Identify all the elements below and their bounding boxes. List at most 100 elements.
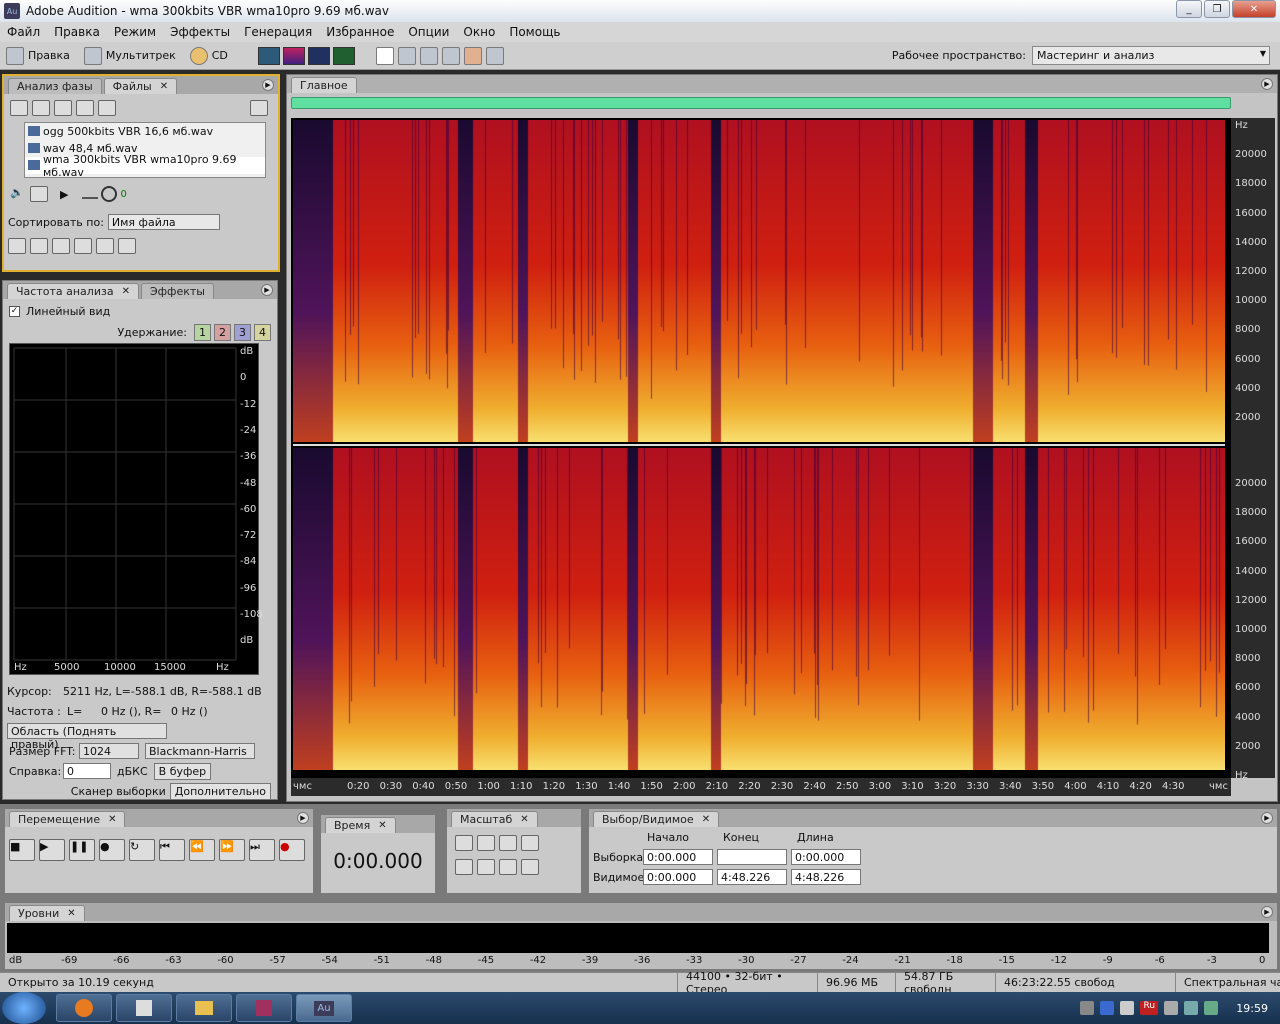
close-tab-icon[interactable]: ✕ xyxy=(702,814,710,825)
filter-video-icon[interactable] xyxy=(52,238,70,254)
insert-multitrack-icon[interactable] xyxy=(54,100,72,116)
menu-favorites[interactable]: Избранное xyxy=(319,25,401,39)
selection-end-input[interactable] xyxy=(717,849,787,865)
play-preview-icon[interactable]: ▶ xyxy=(60,188,68,201)
pause-button[interactable]: ❚❚ xyxy=(69,839,95,861)
selection-start-input[interactable]: 0:00.000 xyxy=(643,849,713,865)
tray-monitor-icon[interactable] xyxy=(1164,1001,1178,1015)
close-tab-icon[interactable]: ✕ xyxy=(378,820,386,831)
taskbar-firefox[interactable] xyxy=(56,994,112,1022)
filter-loop-icon[interactable] xyxy=(30,238,48,254)
scan-selection-button[interactable]: Сканер выборки xyxy=(67,784,170,799)
zoom-right-edge-icon[interactable] xyxy=(477,859,495,875)
advanced-button[interactable]: Дополнительно xyxy=(170,783,271,800)
filter-cd-icon[interactable] xyxy=(118,238,136,254)
panel-menu-icon[interactable]: ▶ xyxy=(262,79,274,91)
menu-edit[interactable]: Правка xyxy=(47,25,107,39)
volume-knob[interactable] xyxy=(101,186,117,202)
play-button[interactable]: ▶ xyxy=(39,839,65,861)
window-function-select[interactable]: Blackmann-Harris xyxy=(145,743,255,759)
tab-selection-view[interactable]: Выбор/Видимое ✕ xyxy=(593,811,719,827)
taskbar-winrar[interactable] xyxy=(236,994,292,1022)
fft-size-select[interactable]: 1024 xyxy=(79,743,139,759)
menu-file[interactable]: Файл xyxy=(0,25,47,39)
panel-menu-icon[interactable]: ▶ xyxy=(297,812,309,824)
menu-generate[interactable]: Генерация xyxy=(237,25,319,39)
zoom-out-full-icon[interactable] xyxy=(499,835,517,851)
multitrack-view-button[interactable]: Мультитрек xyxy=(84,47,176,65)
maximize-button[interactable]: ❐ xyxy=(1204,0,1230,18)
spectral-view-icon[interactable] xyxy=(283,47,305,65)
insert-cd-icon[interactable] xyxy=(76,100,94,116)
close-button[interactable]: ✕ xyxy=(1232,0,1276,18)
hold-button-2[interactable]: 2 xyxy=(214,324,231,341)
panel-menu-icon[interactable]: ▶ xyxy=(1261,78,1273,90)
menu-options[interactable]: Опции xyxy=(401,25,456,39)
tab-main[interactable]: Главное xyxy=(291,77,357,93)
zoom-left-edge-icon[interactable] xyxy=(455,859,473,875)
panel-menu-icon[interactable]: ▶ xyxy=(261,284,273,296)
taskbar-downloads[interactable] xyxy=(116,994,172,1022)
view-start-input[interactable]: 0:00.000 xyxy=(643,869,713,885)
tray-battery-icon[interactable] xyxy=(1204,1001,1218,1015)
tab-transport[interactable]: Перемещение ✕ xyxy=(9,811,125,827)
tray-network-icon[interactable] xyxy=(1100,1001,1114,1015)
record-button[interactable]: ● xyxy=(279,839,305,861)
taskbar-audition[interactable]: Au xyxy=(296,994,352,1022)
menu-window[interactable]: Окно xyxy=(456,25,502,39)
loop-icon[interactable] xyxy=(30,186,48,202)
reference-input[interactable]: 0 xyxy=(63,763,111,779)
open-file-icon[interactable] xyxy=(10,100,28,116)
filter-icon[interactable] xyxy=(96,238,114,254)
menu-help[interactable]: Помощь xyxy=(502,25,567,39)
healing-tool-icon[interactable] xyxy=(464,47,482,65)
list-item[interactable]: ogg 500kbits VBR 16,6 мб.wav xyxy=(25,123,265,140)
close-tab-icon[interactable]: ✕ xyxy=(108,814,116,825)
tab-zoom[interactable]: Масштаб ✕ xyxy=(451,811,538,827)
sort-select[interactable]: Имя файла xyxy=(108,214,220,230)
language-indicator[interactable]: Ru xyxy=(1140,1001,1158,1015)
list-item[interactable]: wma 300kbits VBR wma10pro 9.69 мб.wav xyxy=(25,157,265,174)
menu-mode[interactable]: Режим xyxy=(107,25,163,39)
overview-scrollbar[interactable] xyxy=(291,97,1231,109)
tab-time[interactable]: Время ✕ xyxy=(325,817,396,833)
zoom-in-vertical-icon[interactable] xyxy=(499,859,517,875)
zoom-selection-icon[interactable] xyxy=(521,835,539,851)
tray-volume-icon[interactable] xyxy=(1184,1001,1198,1015)
menu-effects[interactable]: Эффекты xyxy=(163,25,237,39)
view-end-input[interactable]: 4:48.226 xyxy=(717,869,787,885)
view-length-input[interactable]: 4:48.226 xyxy=(791,869,861,885)
tray-update-icon[interactable] xyxy=(1120,1001,1134,1015)
hold-button-3[interactable]: 3 xyxy=(234,324,251,341)
zoom-out-vertical-icon[interactable] xyxy=(521,859,539,875)
play-to-end-button[interactable]: ● xyxy=(99,839,125,861)
close-file-icon[interactable] xyxy=(32,100,50,116)
copy-to-clipboard-button[interactable]: В буфер xyxy=(154,763,212,780)
speaker-icon[interactable]: 🔈 xyxy=(10,186,26,202)
close-tab-icon[interactable]: ✕ xyxy=(67,908,75,919)
rewind-button[interactable]: ⏪ xyxy=(189,839,215,861)
tab-frequency-analysis[interactable]: Частота анализа ✕ xyxy=(7,283,139,299)
cd-view-button[interactable]: CD xyxy=(190,47,228,65)
panel-menu-icon[interactable]: ▶ xyxy=(1261,812,1273,824)
close-tab-icon[interactable]: ✕ xyxy=(520,814,528,825)
loop-button[interactable]: ↻ xyxy=(129,839,155,861)
linear-view-checkbox[interactable]: ✓ xyxy=(9,306,20,317)
scrub-tool-icon[interactable] xyxy=(486,47,504,65)
tab-phase-analysis[interactable]: Анализ фазы xyxy=(8,78,102,94)
panel-menu-icon[interactable]: ▶ xyxy=(1261,906,1273,918)
filter-midi-icon[interactable] xyxy=(74,238,92,254)
edit-view-button[interactable]: Правка xyxy=(6,47,70,65)
go-to-start-button[interactable]: ⏮ xyxy=(159,839,185,861)
start-button[interactable] xyxy=(2,992,46,1024)
hold-button-4[interactable]: 4 xyxy=(254,324,271,341)
tray-arrow-icon[interactable] xyxy=(1080,1001,1094,1015)
hold-button-1[interactable]: 1 xyxy=(194,324,211,341)
timer-icon[interactable] xyxy=(98,100,116,116)
time-selection-tool-icon[interactable] xyxy=(376,47,394,65)
area-select[interactable]: Область (Поднять правый) xyxy=(7,723,167,739)
taskbar-explorer[interactable] xyxy=(176,994,232,1022)
selection-length-input[interactable]: 0:00.000 xyxy=(791,849,861,865)
spectrogram-area[interactable] xyxy=(291,118,1231,778)
tab-levels[interactable]: Уровни ✕ xyxy=(9,905,85,921)
